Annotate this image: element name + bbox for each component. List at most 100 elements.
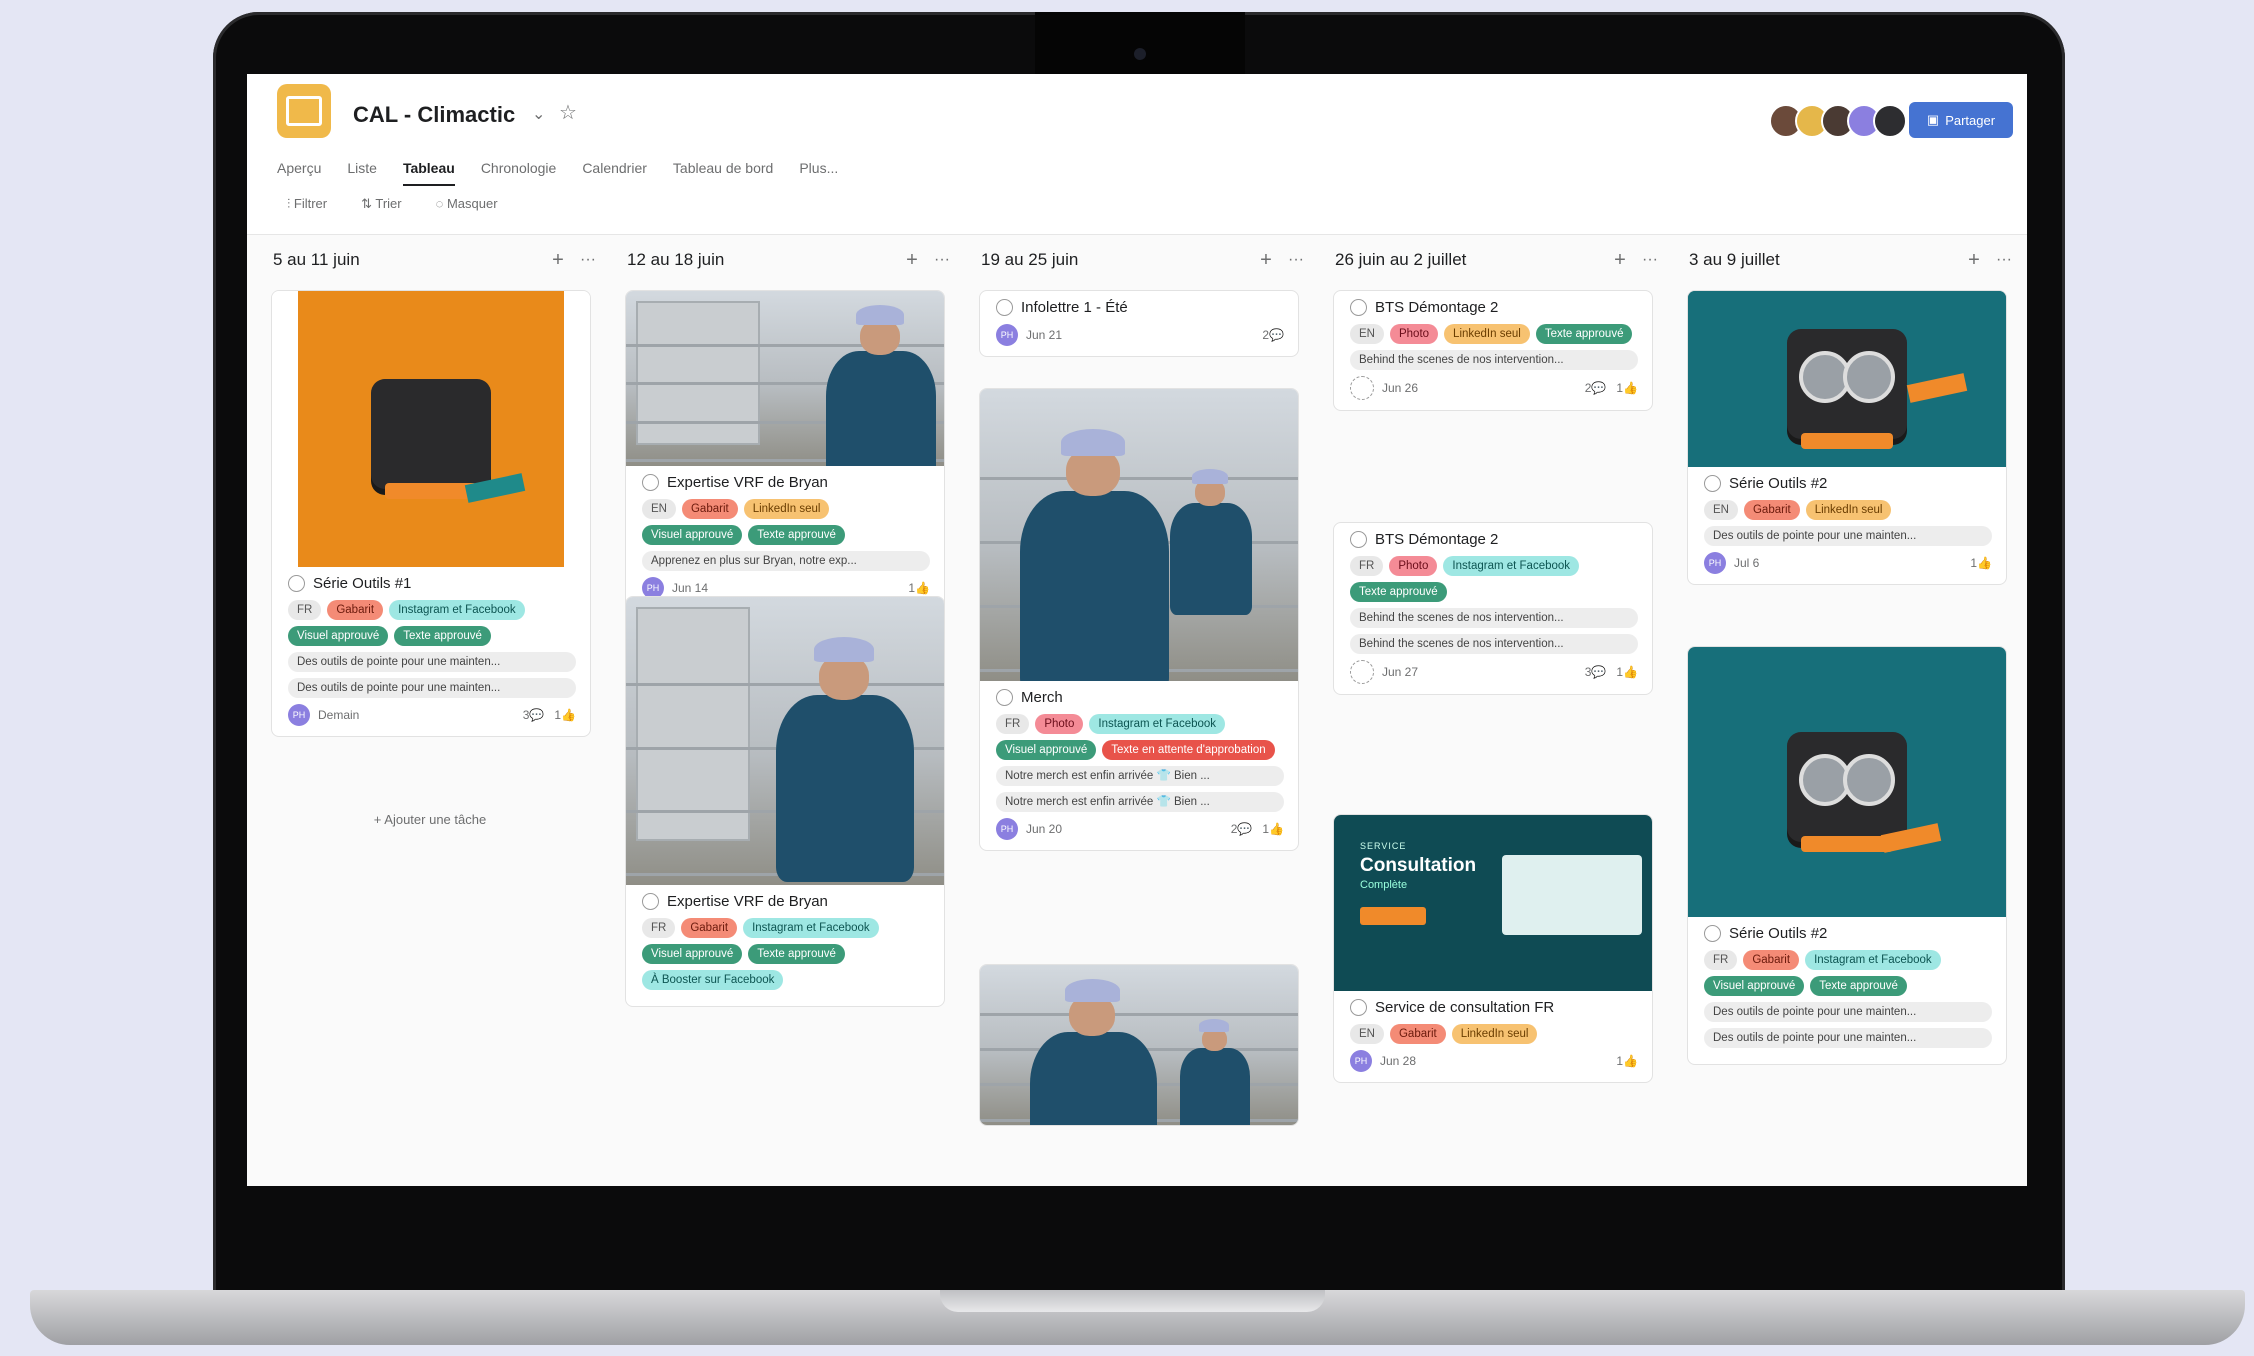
member-avatars[interactable] (1769, 104, 1907, 138)
tag-list: FR Gabarit Instagram et Facebook Visuel app… (642, 918, 930, 990)
task-card[interactable]: BTS Démontage 2 EN Photo LinkedIn seul Texte… (1333, 290, 1653, 411)
card-cover-image (980, 965, 1298, 1125)
thumbs-up-icon: 👍 (1977, 556, 1992, 570)
tab-tableau-de-bord[interactable]: Tableau de bord (673, 160, 773, 186)
card-title-text: BTS Démontage 2 (1375, 531, 1499, 548)
tag: Visuel approuvé (1704, 976, 1805, 996)
more-icon[interactable]: ··· (1987, 251, 2021, 269)
share-button[interactable]: ▣ Partager (1909, 102, 2013, 138)
due-date: Jun 27 (1382, 665, 1419, 679)
card-title: Expertise VRF de Bryan (642, 474, 930, 491)
task-card[interactable]: Série Outils #2 EN Gabarit LinkedIn seul Des… (1687, 290, 2007, 585)
board-toolbar: ⫶ Filtrer ⇅ Trier ◌ Masquer (287, 196, 498, 212)
assignee-avatar[interactable]: PH (1704, 552, 1726, 574)
more-icon[interactable]: ··· (571, 251, 605, 269)
task-card[interactable]: Infolettre 1 - Été PH Jun 21 2💬 (979, 290, 1299, 357)
check-circle-icon[interactable] (1704, 925, 1721, 942)
card-title-text: BTS Démontage 2 (1375, 299, 1499, 316)
tab-apercu[interactable]: Aperçu (277, 160, 321, 186)
check-circle-icon[interactable] (642, 474, 659, 491)
check-circle-icon[interactable] (642, 893, 659, 910)
sort-button[interactable]: ⇅ Trier (361, 196, 402, 212)
card-footer: PH Demain 3💬 1👍 (288, 704, 576, 726)
tag: Instagram et Facebook (1443, 556, 1580, 576)
tag: FR (1350, 556, 1384, 576)
check-circle-icon[interactable] (996, 299, 1013, 316)
comment-count: 3💬 (1585, 665, 1607, 679)
check-circle-icon[interactable] (288, 575, 305, 592)
card-title-text: Infolettre 1 - Été (1021, 299, 1128, 316)
tag: FR (996, 714, 1030, 734)
project-calendar-icon (277, 84, 331, 138)
cap (1198, 1019, 1230, 1032)
card-title: Service de consultation FR (1350, 999, 1638, 1016)
assignee-avatar[interactable]: PH (996, 324, 1018, 346)
task-card[interactable]: BTS Démontage 2 FR Photo Instagram et Faceb… (1333, 522, 1653, 695)
card-cover-image (980, 389, 1298, 681)
check-circle-icon[interactable] (1350, 531, 1367, 548)
tab-tableau[interactable]: Tableau (402, 160, 455, 186)
tag-list: FR Photo Instagram et Facebook Texte approu… (1350, 556, 1638, 602)
chevron-down-icon[interactable]: ⌄ (532, 104, 545, 124)
hoodie (1030, 1031, 1157, 1125)
check-circle-icon[interactable] (996, 689, 1013, 706)
assignee-avatar[interactable] (1350, 660, 1374, 684)
task-card[interactable]: Expertise VRF de Bryan FR Gabarit Instagram… (625, 596, 945, 1007)
assignee-avatar[interactable] (1350, 376, 1374, 400)
task-card[interactable]: Série Outils #1 FR Gabarit Instagram et Fac… (271, 290, 591, 737)
tab-liste[interactable]: Liste (347, 160, 377, 186)
more-icon[interactable]: ··· (1633, 251, 1667, 269)
check-circle-icon[interactable] (1350, 999, 1367, 1016)
plus-icon[interactable]: + (899, 249, 925, 272)
card-title: Série Outils #1 (288, 575, 576, 592)
tool-product-image (1787, 732, 1907, 852)
assignee-avatar[interactable]: PH (996, 818, 1018, 840)
card-body: Service de consultation FR EN Gabarit Linke… (1334, 991, 1652, 1082)
technician (776, 637, 914, 885)
thumbs-up-icon: 👍 (1269, 822, 1284, 836)
task-card[interactable]: Série Outils #2 FR Gabarit Instagram et Fac… (1687, 646, 2007, 1065)
more-icon[interactable]: ··· (1279, 251, 1313, 269)
tag: Visuel approuvé (288, 626, 389, 646)
tab-plus[interactable]: Plus... (799, 160, 838, 186)
tag: LinkedIn seul (1451, 1024, 1538, 1044)
check-circle-icon[interactable] (1350, 299, 1367, 316)
plus-icon[interactable]: + (1607, 249, 1633, 272)
hide-button[interactable]: ◌ Masquer (436, 196, 498, 212)
project-title[interactable]: CAL - Climactic (353, 102, 515, 128)
tag: Gabarit (681, 918, 738, 938)
hoodie (826, 351, 936, 466)
card-title-text: Expertise VRF de Bryan (667, 474, 828, 491)
star-icon[interactable]: ☆ (559, 100, 577, 125)
cap (813, 637, 874, 662)
task-card[interactable]: Expertise VRF de Bryan EN Gabarit LinkedIn … (625, 290, 945, 610)
more-icon[interactable]: ··· (925, 251, 959, 269)
card-footer: PH Jul 6 1👍 (1704, 552, 1992, 574)
tag: EN (1704, 500, 1738, 520)
plus-icon[interactable]: + (545, 249, 571, 272)
filter-button[interactable]: ⫶ Filtrer (287, 196, 327, 212)
cap (1060, 429, 1126, 456)
gauge-right (1843, 754, 1895, 806)
task-card[interactable] (979, 964, 1299, 1126)
assignee-avatar[interactable]: PH (1350, 1050, 1372, 1072)
tag: Texte approuvé (394, 626, 491, 646)
task-card[interactable]: Merch FR Photo Instagram et Facebook Visuel … (979, 388, 1299, 851)
card-footer: PH Jun 21 2💬 (996, 324, 1284, 346)
like-count: 1👍 (554, 708, 576, 722)
task-card[interactable]: SERVICE Consultation Complète Service de co… (1333, 814, 1653, 1083)
tag: EN (1350, 324, 1384, 344)
tab-calendrier[interactable]: Calendrier (582, 160, 647, 186)
board-column: 5 au 11 juin + ··· Série Outils #1 FR Gabarit… (271, 240, 605, 1186)
assignee-avatar[interactable]: PH (288, 704, 310, 726)
like-count: 1👍 (1970, 556, 1992, 570)
tab-chronologie[interactable]: Chronologie (481, 160, 557, 186)
plus-icon[interactable]: + (1961, 249, 1987, 272)
tag-list: EN Gabarit LinkedIn seul (1350, 1024, 1638, 1044)
add-task-button[interactable]: + Ajouter une tâche (271, 812, 589, 827)
hoodie (776, 694, 914, 882)
card-counters: 2💬 (1262, 328, 1284, 342)
plus-icon[interactable]: + (1253, 249, 1279, 272)
check-circle-icon[interactable] (1704, 475, 1721, 492)
technician (1170, 469, 1252, 618)
